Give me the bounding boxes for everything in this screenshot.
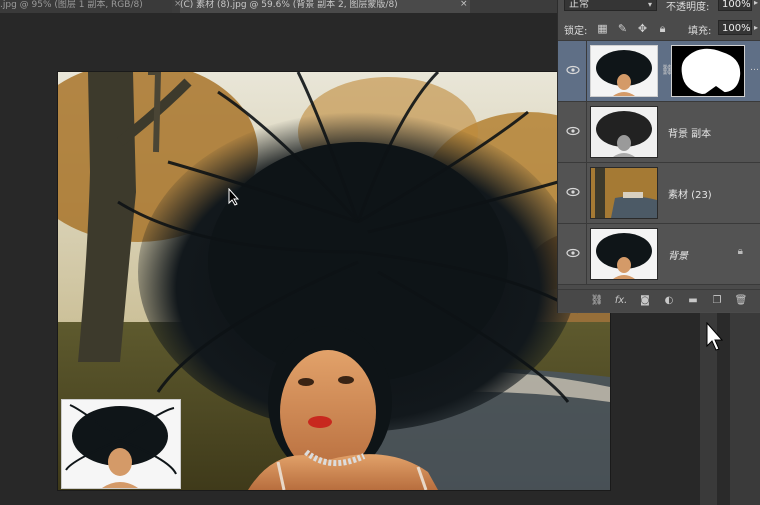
document-tab-1[interactable]: .jpg @ 95% (图层 1 副本, RGB/8)	[0, 0, 172, 13]
close-icon[interactable]: ×	[460, 0, 468, 9]
layer-thumbnail[interactable]	[590, 228, 658, 280]
divider	[586, 102, 587, 163]
layer-mask-thumbnail[interactable]	[671, 45, 745, 97]
folder-icon[interactable]: ▬	[686, 295, 700, 307]
lock-all-icon[interactable]: 🔒︎	[656, 22, 669, 35]
inset-reference-image	[61, 399, 181, 489]
eye-icon[interactable]	[566, 248, 580, 258]
fill-label: 填充:	[688, 26, 712, 37]
chevron-right-icon[interactable]: ▸	[754, 23, 758, 32]
more-icon: …	[750, 63, 759, 73]
opacity-input[interactable]: 100%	[718, 0, 752, 11]
lock-position-icon[interactable]: ✥	[636, 22, 649, 35]
document-canvas[interactable]	[58, 72, 610, 490]
divider	[586, 41, 587, 102]
layer-name: 背景	[668, 251, 688, 262]
divider	[586, 163, 587, 224]
mouse-cursor-icon	[706, 322, 724, 351]
layer-row-active[interactable]: ⛓ …	[558, 41, 760, 102]
eye-icon[interactable]	[566, 126, 580, 136]
lock-image-pixels-icon[interactable]: ✎	[616, 22, 629, 35]
document-tab-2[interactable]: (C) 素材 (8).jpg @ 59.6% (背景 副本 2, 图层蒙版/8)	[180, 0, 470, 13]
lock-icon: 🔒︎	[737, 246, 743, 257]
fx-icon[interactable]: fx.	[614, 295, 628, 307]
divider	[586, 224, 587, 285]
add-mask-icon[interactable]: ◙	[638, 295, 652, 307]
tab-2-label: (C) 素材 (8).jpg @ 59.6% (背景 副本 2, 图层蒙版/8)	[180, 0, 398, 10]
eye-icon[interactable]	[566, 65, 580, 75]
layer-name: 背景 副本	[668, 129, 712, 140]
layers-panel-footer: ⛓ fx. ◙ ◐ ▬ ❐ 🗑︎	[558, 289, 760, 312]
lock-transparent-pixels-icon[interactable]: ▦	[596, 22, 609, 35]
layer-name: 素材 (23)	[668, 190, 712, 201]
tab-1-label: .jpg @ 95% (图层 1 副本, RGB/8)	[0, 0, 143, 10]
layer-thumbnail[interactable]	[590, 167, 658, 219]
new-layer-icon[interactable]: ❐	[710, 295, 724, 307]
opacity-label: 不透明度:	[666, 2, 710, 13]
blend-row: 正常 ▾ 不透明度: 100% ▸	[558, 0, 760, 13]
layer-row[interactable]: 素材 (23)	[558, 163, 760, 224]
layers-panel: 正常 ▾ 不透明度: 100% ▸ 锁定: ▦ ✎ ✥ 🔒︎ 填充: 100% …	[557, 0, 760, 313]
fill-input[interactable]: 100%	[718, 20, 752, 35]
trash-icon[interactable]: 🗑︎	[734, 295, 748, 307]
lock-label: 锁定:	[564, 26, 588, 37]
chevron-right-icon[interactable]: ▸	[754, 0, 758, 7]
layer-thumbnail[interactable]	[590, 45, 658, 97]
eye-icon[interactable]	[566, 187, 580, 197]
blend-mode-value: 正常	[569, 0, 589, 10]
blend-mode-select[interactable]: 正常 ▾	[564, 0, 657, 11]
lock-row: 锁定: ▦ ✎ ✥ 🔒︎ 填充: 100% ▸	[558, 18, 760, 41]
layers-list: ⛓ … 背景 副本 素材 (23) 背景 🔒︎	[558, 41, 760, 287]
mouse-cursor-icon	[228, 188, 240, 206]
adjustment-icon[interactable]: ◐	[662, 295, 676, 307]
chevron-down-icon: ▾	[647, 0, 652, 9]
layer-thumbnail[interactable]	[590, 106, 658, 158]
layer-row[interactable]: 背景 副本	[558, 102, 760, 163]
link-layers-icon[interactable]: ⛓	[590, 295, 604, 307]
layer-row[interactable]: 背景 🔒︎	[558, 224, 760, 285]
